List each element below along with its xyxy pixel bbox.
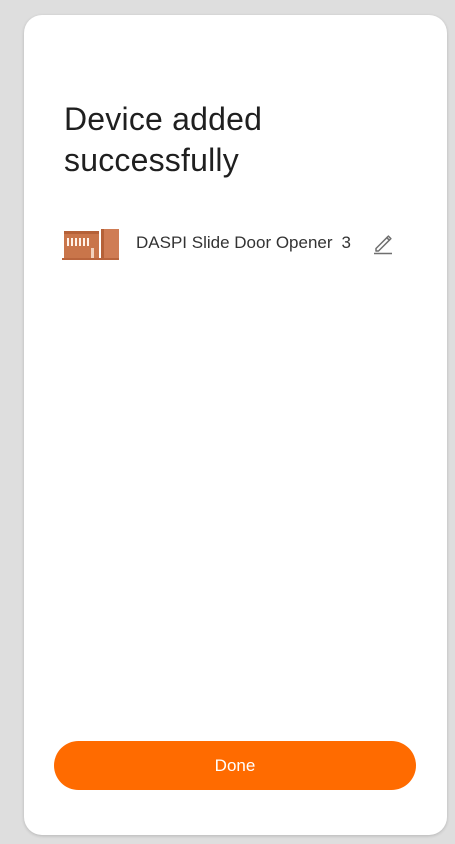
device-row: DASPI Slide Door Opener 3 — [62, 225, 407, 261]
device-count: 3 — [341, 233, 352, 252]
success-card: Device added successfully DASPI Slide Do… — [24, 15, 447, 835]
sliding-gate-icon — [62, 229, 119, 260]
edit-device-name-button[interactable] — [371, 231, 395, 255]
done-button[interactable]: Done — [54, 741, 416, 790]
pencil-icon — [374, 235, 393, 255]
device-name: DASPI Slide Door Opener — [136, 233, 333, 252]
page-title: Device added successfully — [64, 101, 263, 178]
